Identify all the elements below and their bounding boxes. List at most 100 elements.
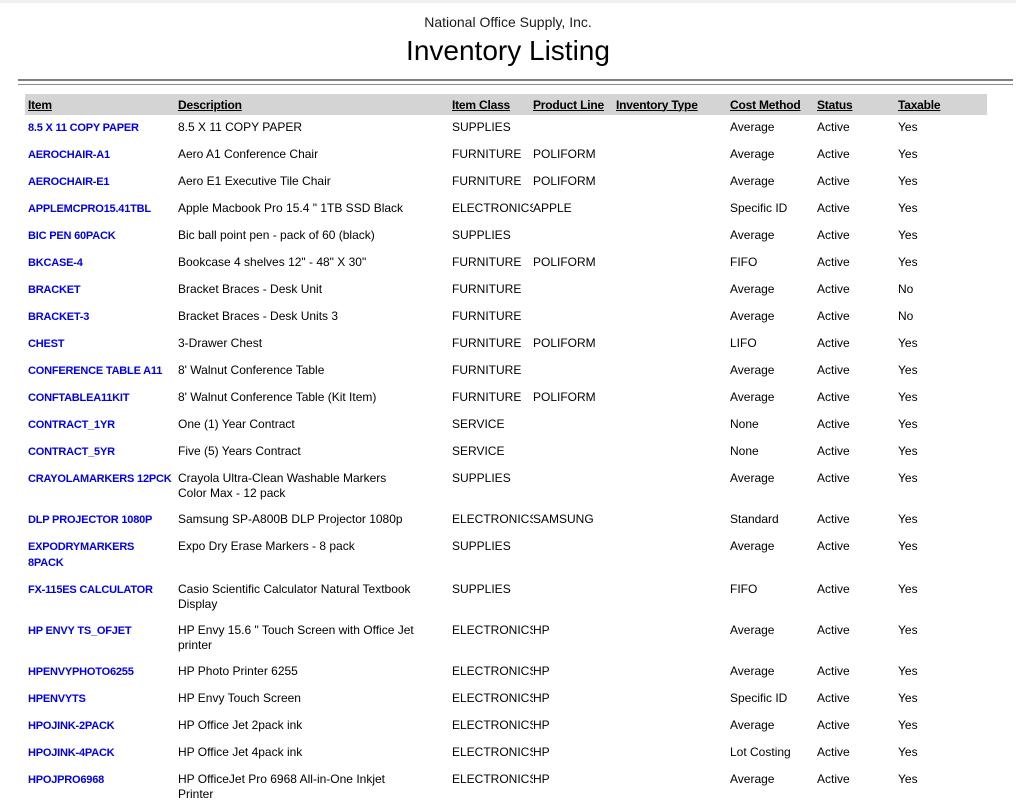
cost-method-cell: Average [730,767,817,800]
table-row: HP ENVY TS_OFJET HP Envy 15.6 " Touch Sc… [25,618,987,659]
status-cell: Active [817,412,898,439]
item-cell: HP ENVY TS_OFJET [25,618,178,659]
description-cell: Crayola Ultra-Clean Washable Markers Col… [178,466,452,507]
product-line-cell: POLIFORM [533,385,616,412]
table-row: AEROCHAIR-E1 Aero E1 Executive Tile Chai… [25,169,987,196]
description-cell: HP Envy Touch Screen [178,686,452,713]
product-line-cell [533,577,616,618]
table-row: 8.5 X 11 COPY PAPER 8.5 X 11 COPY PAPER … [25,115,987,142]
description-cell: Bic ball point pen - pack of 60 (black) [178,223,452,250]
product-line-cell: HP [533,713,616,740]
taxable-cell: Yes [898,358,987,385]
taxable-cell: Yes [898,686,987,713]
item-link[interactable]: BIC PEN 60PACK [28,230,115,242]
item-cell: HPOJINK-2PACK [25,713,178,740]
table-row: HPOJINK-4PACK HP Office Jet 4pack ink EL… [25,740,987,767]
item-link[interactable]: CONTRACT_1YR [28,419,115,431]
item-link[interactable]: HPOJINK-4PACK [28,747,114,759]
cost-method-cell: Average [730,304,817,331]
inventory-type-cell [616,115,730,142]
description-cell: Bracket Braces - Desk Unit [178,277,452,304]
item-cell: HPENVYPHOTO6255 [25,659,178,686]
cost-method-cell: Average [730,534,817,577]
cost-method-cell: Average [730,142,817,169]
item-link[interactable]: CHEST [28,338,64,350]
status-cell: Active [817,618,898,659]
taxable-cell: Yes [898,713,987,740]
product-line-cell [533,277,616,304]
cost-method-cell: Average [730,713,817,740]
product-line-cell: HP [533,740,616,767]
table-row: EXPODRYMARKERS 8PACK Expo Dry Erase Mark… [25,534,987,577]
taxable-cell: Yes [898,223,987,250]
item-link[interactable]: AEROCHAIR-E1 [28,176,109,188]
product-line-cell [533,439,616,466]
inventory-type-cell [616,250,730,277]
description-cell: HP Photo Printer 6255 [178,659,452,686]
description-cell: 3-Drawer Chest [178,331,452,358]
description-cell: Expo Dry Erase Markers - 8 pack [178,534,452,577]
table-header-row: Item Description Item Class Product Line… [25,94,987,115]
cost-method-cell: Average [730,358,817,385]
cost-method-cell: LIFO [730,331,817,358]
taxable-cell: Yes [898,534,987,577]
item-link[interactable]: HPENVYPHOTO6255 [28,666,134,678]
status-cell: Active [817,507,898,534]
cost-method-cell: Average [730,115,817,142]
item-link[interactable]: BRACKET-3 [28,311,89,323]
item-cell: BRACKET-3 [25,304,178,331]
product-line-cell [533,412,616,439]
product-line-cell [533,115,616,142]
item-cell: BKCASE-4 [25,250,178,277]
item-link[interactable]: APPLEMCPRO15.41TBL [28,203,151,215]
table-row: AEROCHAIR-A1 Aero A1 Conference Chair FU… [25,142,987,169]
item-class-cell: SUPPLIES [452,223,533,250]
status-cell: Active [817,577,898,618]
taxable-cell: Yes [898,577,987,618]
table-row: FX-115ES CALCULATOR Casio Scientific Cal… [25,577,987,618]
product-line-cell: HP [533,618,616,659]
status-cell: Active [817,196,898,223]
item-link[interactable]: HP ENVY TS_OFJET [28,625,131,637]
taxable-cell: Yes [898,659,987,686]
status-cell: Active [817,331,898,358]
item-link[interactable]: DLP PROJECTOR 1080P [28,514,152,526]
status-cell: Active [817,385,898,412]
item-link[interactable]: CONFTABLEA11KIT [28,392,129,404]
item-link[interactable]: FX-115ES CALCULATOR [28,584,153,596]
status-cell: Active [817,767,898,800]
inventory-type-cell [616,686,730,713]
item-link[interactable]: HPOJPRO6968 [28,774,104,786]
item-link[interactable]: 8.5 X 11 COPY PAPER [28,122,139,134]
product-line-cell: HP [533,686,616,713]
item-link[interactable]: HPOJINK-2PACK [28,720,114,732]
table-row: BIC PEN 60PACK Bic ball point pen - pack… [25,223,987,250]
column-header-cost-method: Cost Method [730,94,817,115]
inventory-type-cell [616,304,730,331]
status-cell: Active [817,686,898,713]
item-cell: HPENVYTS [25,686,178,713]
description-cell: Bracket Braces - Desk Units 3 [178,304,452,331]
inventory-type-cell [616,618,730,659]
table-row: HPENVYPHOTO6255 HP Photo Printer 6255 EL… [25,659,987,686]
item-class-cell: ELECTRONICS [452,507,533,534]
taxable-cell: Yes [898,412,987,439]
item-link[interactable]: BRACKET [28,284,80,296]
product-line-cell [533,466,616,507]
item-link[interactable]: EXPODRYMARKERS 8PACK [28,541,134,569]
taxable-cell: Yes [898,618,987,659]
table-row: CHEST 3-Drawer Chest FURNITURE POLIFORM … [25,331,987,358]
table-row: CONFTABLEA11KIT 8' Walnut Conference Tab… [25,385,987,412]
inventory-type-cell [616,740,730,767]
item-link[interactable]: BKCASE-4 [28,257,83,269]
item-cell: EXPODRYMARKERS 8PACK [25,534,178,577]
item-link[interactable]: CONFERENCE TABLE A11 [28,365,162,377]
item-link[interactable]: HPENVYTS [28,693,86,705]
item-link[interactable]: CRAYOLAMARKERS 12PCK [28,473,172,485]
item-link[interactable]: CONTRACT_5YR [28,446,115,458]
item-cell: 8.5 X 11 COPY PAPER [25,115,178,142]
item-cell: BIC PEN 60PACK [25,223,178,250]
cost-method-cell: FIFO [730,250,817,277]
item-link[interactable]: AEROCHAIR-A1 [28,149,110,161]
taxable-cell: Yes [898,115,987,142]
